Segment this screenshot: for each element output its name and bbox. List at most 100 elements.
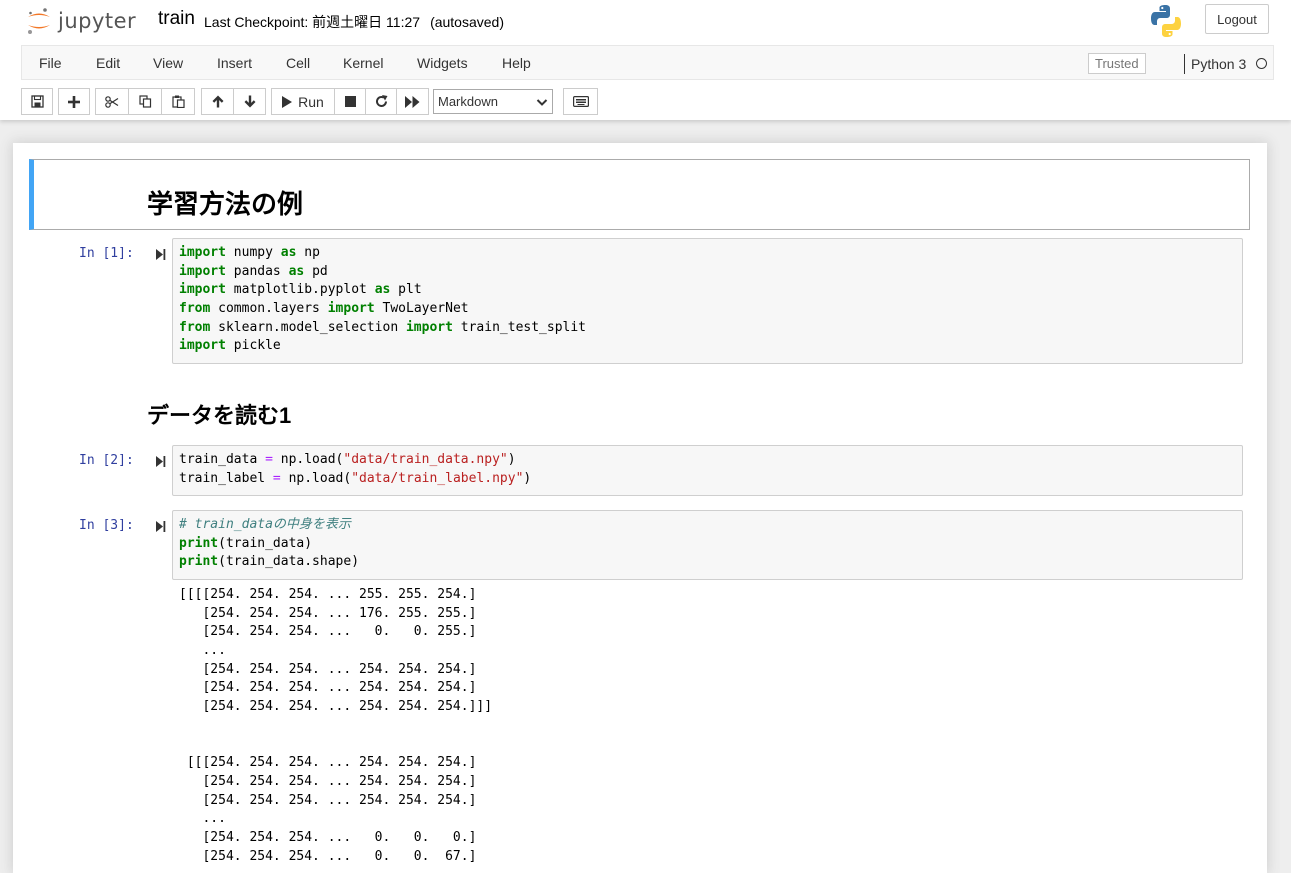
menu-view[interactable]: View bbox=[153, 55, 183, 71]
code-token: as bbox=[374, 282, 391, 298]
code-token: pandas bbox=[225, 263, 289, 279]
code-token: import bbox=[405, 319, 453, 335]
run-cell-icon[interactable] bbox=[156, 455, 166, 468]
interrupt-button[interactable] bbox=[334, 88, 366, 115]
output-line: [254. 254. 254. ... 0. 0. 67.] bbox=[179, 848, 477, 864]
restart-kernel-button[interactable] bbox=[365, 88, 397, 115]
logout-button[interactable]: Logout bbox=[1205, 4, 1269, 34]
copy-icon bbox=[138, 95, 151, 108]
code-token: import bbox=[179, 263, 226, 279]
restart-run-all-button[interactable] bbox=[396, 88, 429, 115]
restart-icon bbox=[375, 95, 387, 107]
output-line: ... bbox=[179, 643, 226, 659]
arrow-down-icon bbox=[244, 95, 255, 108]
code-token: = bbox=[272, 470, 281, 486]
arrow-up-icon bbox=[212, 95, 223, 108]
play-icon bbox=[282, 95, 293, 108]
output-line: [254. 254. 254. ... 0. 0. 0.] bbox=[179, 829, 477, 845]
move-up-button[interactable] bbox=[201, 88, 234, 115]
cut-button[interactable] bbox=[95, 88, 129, 115]
code-token: print bbox=[179, 535, 219, 551]
code-token: import bbox=[179, 282, 226, 298]
chevron-down-icon bbox=[536, 99, 548, 106]
kernel-separator bbox=[1184, 54, 1185, 74]
code-token: import bbox=[327, 301, 375, 317]
code-line: import matplotlib.pyplot as plt bbox=[179, 281, 1236, 300]
code-cell-1[interactable]: import numpy as np import pandas as pd imp… bbox=[172, 238, 1243, 364]
code-token: # train_dataの中身を表示 bbox=[179, 517, 351, 532]
code-cell-3[interactable]: # train_dataの中身を表示 print(train_data) print… bbox=[172, 510, 1243, 580]
python-logo-icon bbox=[1151, 5, 1181, 37]
move-down-button[interactable] bbox=[233, 88, 266, 115]
menu-insert[interactable]: Insert bbox=[217, 55, 252, 71]
code-token: "data/train_data.npy" bbox=[343, 452, 508, 467]
menu-cell[interactable]: Cell bbox=[286, 55, 310, 71]
menu-widgets[interactable]: Widgets bbox=[417, 55, 468, 71]
code-line: train_data = np.load("data/train_data.np… bbox=[179, 451, 1236, 470]
insert-cell-button[interactable] bbox=[58, 88, 90, 115]
cell-type-value: Markdown bbox=[438, 94, 498, 109]
code-token: from bbox=[179, 301, 211, 317]
notebook-name[interactable]: train bbox=[158, 8, 195, 30]
code-token: print bbox=[179, 554, 219, 570]
menubar: File Edit View Insert Cell Kernel Widget… bbox=[21, 45, 1274, 80]
copy-button[interactable] bbox=[128, 88, 162, 115]
scissors-icon bbox=[105, 95, 119, 108]
notebook-title-heading: 学習方法の例 bbox=[147, 189, 304, 219]
header: jupyter train Last Checkpoint: 前週土曜日 11:… bbox=[0, 0, 1291, 120]
cell-type-select[interactable]: Markdown bbox=[433, 89, 553, 114]
code-line: import pickle bbox=[179, 337, 1236, 356]
code-cell-2[interactable]: train_data = np.load("data/train_data.np… bbox=[172, 445, 1243, 496]
input-prompt-2: In [2]: bbox=[79, 453, 134, 468]
code-token: TwoLayerNet bbox=[374, 301, 469, 317]
code-token: pd bbox=[304, 263, 328, 279]
output-line: [254. 254. 254. ... 254. 254. 254.] bbox=[179, 661, 477, 677]
run-cell-icon[interactable] bbox=[156, 248, 166, 261]
jupyter-logo[interactable]: jupyter bbox=[26, 5, 136, 37]
run-cell-icon[interactable] bbox=[156, 520, 166, 533]
checkpoint-status: Last Checkpoint: 前週土曜日 11:27 (autosaved) bbox=[204, 12, 504, 32]
code-token: train_label bbox=[179, 470, 273, 486]
code-token: "data/train_label.npy" bbox=[351, 470, 524, 486]
code-token: ) bbox=[507, 452, 516, 467]
save-button[interactable] bbox=[21, 88, 53, 115]
kernel-name[interactable]: Python 3 bbox=[1191, 56, 1246, 72]
output-line: [254. 254. 254. ... 254. 254. 254.] bbox=[179, 773, 477, 789]
output-line: [254. 254. 254. ... 0. 0. 255.] bbox=[179, 624, 477, 640]
code-line: from common.layers import TwoLayerNet bbox=[179, 300, 1236, 319]
output-line: [254. 254. 254. ... 254. 254. 254.] bbox=[179, 680, 477, 696]
code-token: = bbox=[265, 452, 273, 467]
run-button-label: Run bbox=[298, 93, 324, 110]
output-line: [254. 254. 254. ... 254. 254. 254.]]] bbox=[179, 699, 493, 715]
input-prompt-3: In [3]: bbox=[79, 518, 134, 533]
code-token: (train_data.shape) bbox=[218, 554, 360, 570]
code-line: # train_dataの中身を表示 bbox=[179, 516, 1236, 535]
code-line: import pandas as pd bbox=[179, 263, 1236, 282]
code-token: as bbox=[280, 245, 297, 260]
code-token: matplotlib.pyplot bbox=[225, 282, 375, 298]
paste-button[interactable] bbox=[161, 88, 195, 115]
kernel-idle-icon bbox=[1256, 58, 1267, 69]
menu-edit[interactable]: Edit bbox=[96, 55, 120, 71]
run-button[interactable]: Run bbox=[271, 88, 335, 115]
input-prompt-1: In [1]: bbox=[79, 246, 134, 261]
code-token: ) bbox=[523, 470, 532, 486]
code-token: from bbox=[179, 319, 211, 335]
code-token: np bbox=[296, 245, 320, 260]
cell-output-3: [[[[254. 254. 254. ... 255. 255. 254.] [… bbox=[179, 586, 492, 866]
plus-icon bbox=[68, 95, 80, 108]
paste-icon bbox=[171, 95, 185, 108]
keyboard-icon bbox=[572, 96, 589, 107]
code-line: train_label = np.load("data/train_label.… bbox=[179, 470, 1236, 489]
menu-help[interactable]: Help bbox=[502, 55, 531, 71]
code-token: (train_data) bbox=[218, 535, 313, 551]
command-palette-button[interactable] bbox=[563, 88, 598, 115]
trusted-indicator[interactable]: Trusted bbox=[1088, 53, 1146, 74]
code-token: plt bbox=[390, 282, 422, 298]
menu-kernel[interactable]: Kernel bbox=[343, 55, 383, 71]
code-line: print(train_data.shape) bbox=[179, 553, 1236, 572]
menu-file[interactable]: File bbox=[39, 55, 62, 71]
code-token: common.layers bbox=[210, 301, 328, 317]
output-line: [[[254. 254. 254. ... 254. 254. 254.] bbox=[179, 755, 477, 771]
